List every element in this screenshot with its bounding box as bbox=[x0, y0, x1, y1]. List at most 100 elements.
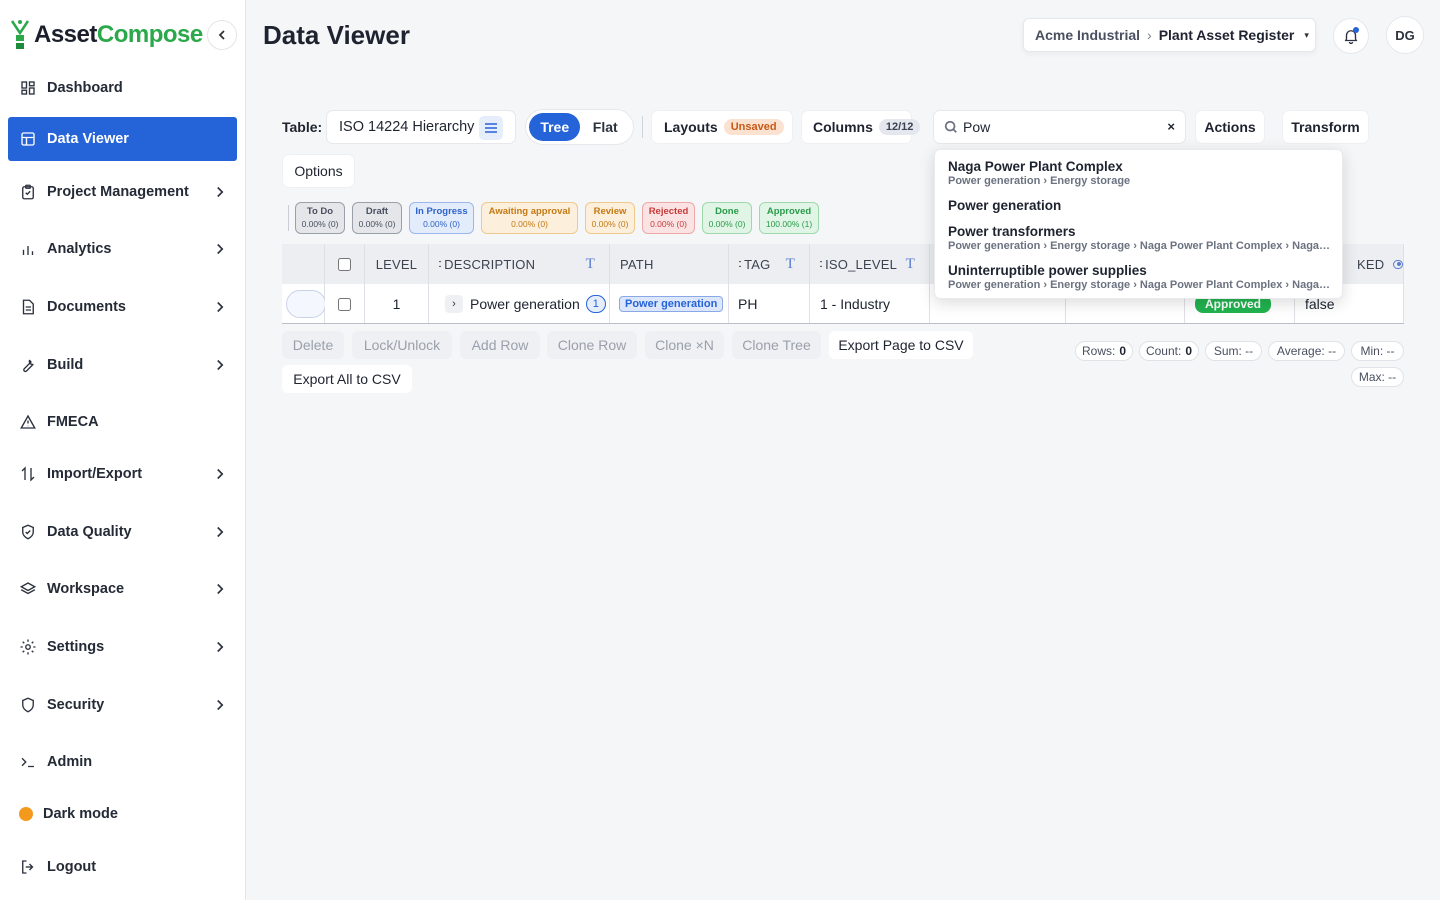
layouts-unsaved-badge: Unsaved bbox=[723, 119, 784, 135]
row-checkbox[interactable] bbox=[338, 297, 351, 311]
column-header-path[interactable]: PATH bbox=[610, 244, 729, 284]
delete-button[interactable]: Delete bbox=[282, 331, 344, 359]
column-header-tag[interactable]: :: TAG T bbox=[729, 244, 810, 284]
search-result-item[interactable]: Power generation bbox=[948, 198, 1333, 213]
status-chip-approved[interactable]: Approved 100.00% (1) bbox=[759, 202, 819, 234]
sidebar-item-data-quality[interactable]: Data Quality bbox=[8, 510, 237, 554]
logout-label: Logout bbox=[47, 859, 97, 875]
chevron-right-icon bbox=[211, 465, 229, 483]
sidebar-item-data-viewer[interactable]: Data Viewer bbox=[8, 117, 237, 161]
search-result-item[interactable]: Naga Power Plant Complex Power generatio… bbox=[948, 159, 1333, 187]
cell-tag[interactable]: PH bbox=[729, 284, 810, 324]
sidebar-item-settings[interactable]: Settings bbox=[8, 625, 237, 669]
clone-n-button[interactable]: Clone ×N bbox=[645, 331, 724, 359]
status-chip-review[interactable]: Review 0.00% (0) bbox=[585, 202, 635, 234]
status-chip-done[interactable]: Done 0.00% (0) bbox=[702, 202, 752, 234]
chevron-right-icon bbox=[211, 356, 229, 374]
status-chip-label: Review bbox=[593, 206, 627, 217]
chevron-right-icon bbox=[211, 183, 229, 201]
collapse-sidebar-button[interactable] bbox=[207, 20, 237, 50]
view-flat-button[interactable]: Flat bbox=[580, 113, 630, 141]
columns-button[interactable]: Columns 12/12 bbox=[801, 110, 921, 144]
dark-mode-toggle[interactable]: Dark mode bbox=[8, 792, 237, 836]
grid-bottom-border bbox=[282, 323, 1404, 324]
text-filter-icon[interactable]: T bbox=[786, 256, 795, 273]
text-filter-icon[interactable]: T bbox=[586, 256, 595, 273]
sidebar-item-dashboard[interactable]: Dashboard bbox=[8, 66, 237, 110]
options-button[interactable]: Options bbox=[282, 154, 355, 188]
sidebar-item-label: Project Management bbox=[47, 184, 189, 200]
column-header-description-label: DESCRIPTION bbox=[444, 256, 536, 272]
search-result-item[interactable]: Uninterruptible power supplies Power gen… bbox=[948, 263, 1333, 291]
view-tree-button[interactable]: Tree bbox=[529, 113, 581, 141]
column-header-iso-level[interactable]: :: ISO_LEVEL T bbox=[810, 244, 930, 284]
actions-button[interactable]: Actions bbox=[1195, 110, 1265, 144]
sidebar-item-documents[interactable]: Documents bbox=[8, 285, 237, 329]
transform-button[interactable]: Transform bbox=[1282, 110, 1369, 144]
toolbar-divider bbox=[642, 116, 643, 138]
table-selector[interactable]: ISO 14224 Hierarchy bbox=[326, 110, 516, 144]
status-chip-in-progress[interactable]: In Progress 0.00% (0) bbox=[409, 202, 474, 234]
table-icon bbox=[19, 130, 37, 148]
status-chip-label: Awaiting approval bbox=[488, 206, 571, 217]
row-select-cell bbox=[325, 284, 365, 324]
clone-tree-button[interactable]: Clone Tree bbox=[732, 331, 821, 359]
status-chip-value: 0.00% (0) bbox=[591, 219, 629, 229]
lock-unlock-button[interactable]: Lock/Unlock bbox=[352, 331, 452, 359]
status-chip-awaiting-approval[interactable]: Awaiting approval 0.00% (0) bbox=[481, 202, 578, 234]
path-tag[interactable]: Power generation bbox=[619, 296, 724, 312]
search-result-item[interactable]: Power transformers Power generation › En… bbox=[948, 224, 1333, 252]
row-drag-handle[interactable] bbox=[286, 290, 326, 318]
export-all-csv-button[interactable]: Export All to CSV bbox=[282, 365, 412, 393]
text-filter-icon[interactable]: T bbox=[906, 256, 915, 273]
sidebar-item-workspace[interactable]: Workspace bbox=[8, 567, 237, 611]
layers-icon bbox=[19, 580, 37, 598]
chevron-right-icon bbox=[211, 638, 229, 656]
select-all-checkbox[interactable] bbox=[338, 257, 351, 271]
sidebar-item-build[interactable]: Build bbox=[8, 343, 237, 387]
clone-row-button[interactable]: Clone Row bbox=[547, 331, 637, 359]
sidebar-item-label: Workspace bbox=[47, 581, 125, 597]
status-chip-rejected[interactable]: Rejected 0.00% (0) bbox=[642, 202, 695, 234]
cell-iso-level[interactable]: 1 - Industry bbox=[810, 284, 930, 324]
sidebar-item-analytics[interactable]: Analytics bbox=[8, 227, 237, 271]
project-breadcrumb-selector[interactable]: Acme Industrial › Plant Asset Register ▾ bbox=[1023, 18, 1316, 52]
drag-handle-icon[interactable]: :: bbox=[819, 258, 823, 270]
notifications-button[interactable] bbox=[1333, 18, 1369, 54]
status-chip-label: Approved bbox=[766, 206, 812, 217]
cell-description[interactable]: › Power generation 1 bbox=[429, 284, 610, 324]
table-menu-button[interactable] bbox=[479, 116, 503, 140]
status-chip-label: Done bbox=[715, 206, 739, 217]
user-avatar[interactable]: DG bbox=[1386, 16, 1424, 54]
breadcrumb-separator: › bbox=[1147, 27, 1152, 43]
sidebar-item-security[interactable]: Security bbox=[8, 683, 237, 727]
layouts-button[interactable]: Layouts Unsaved bbox=[651, 110, 793, 144]
cell-path[interactable]: Power generation bbox=[610, 284, 729, 324]
drag-handle-icon[interactable]: :: bbox=[738, 258, 742, 270]
cell-level[interactable]: 1 bbox=[365, 284, 429, 324]
expand-row-chevron-icon[interactable]: › bbox=[445, 295, 463, 313]
status-chip-draft[interactable]: Draft 0.00% (0) bbox=[352, 202, 402, 234]
column-header-path-label: PATH bbox=[620, 256, 654, 272]
sidebar-item-project-management[interactable]: Project Management bbox=[8, 170, 237, 214]
toggle-icon[interactable] bbox=[1393, 259, 1403, 269]
search-box: × bbox=[933, 110, 1186, 144]
column-header-description[interactable]: :: DESCRIPTION T bbox=[429, 244, 610, 284]
logout-button[interactable]: Logout bbox=[8, 845, 237, 889]
drag-handle-icon[interactable]: :: bbox=[438, 258, 442, 270]
status-chip-to-do[interactable]: To Do 0.00% (0) bbox=[295, 202, 345, 234]
chevron-right-icon bbox=[211, 523, 229, 541]
document-icon bbox=[19, 298, 37, 316]
chevron-right-icon bbox=[211, 298, 229, 316]
clear-search-icon[interactable]: × bbox=[1167, 119, 1175, 134]
status-chip-value: 0.00% (0) bbox=[423, 219, 460, 229]
sidebar-item-label: Build bbox=[47, 357, 84, 373]
column-header-level[interactable]: LEVEL bbox=[365, 244, 429, 284]
export-page-csv-button[interactable]: Export Page to CSV bbox=[829, 331, 973, 359]
app-logo[interactable]: AssetCompose bbox=[10, 16, 203, 54]
add-row-button[interactable]: Add Row bbox=[460, 331, 540, 359]
sidebar-item-admin[interactable]: Admin bbox=[8, 740, 237, 784]
search-input[interactable] bbox=[963, 119, 1143, 135]
sidebar-item-fmeca[interactable]: FMECA bbox=[8, 400, 237, 444]
sidebar-item-import-export[interactable]: Import/Export bbox=[8, 452, 237, 496]
